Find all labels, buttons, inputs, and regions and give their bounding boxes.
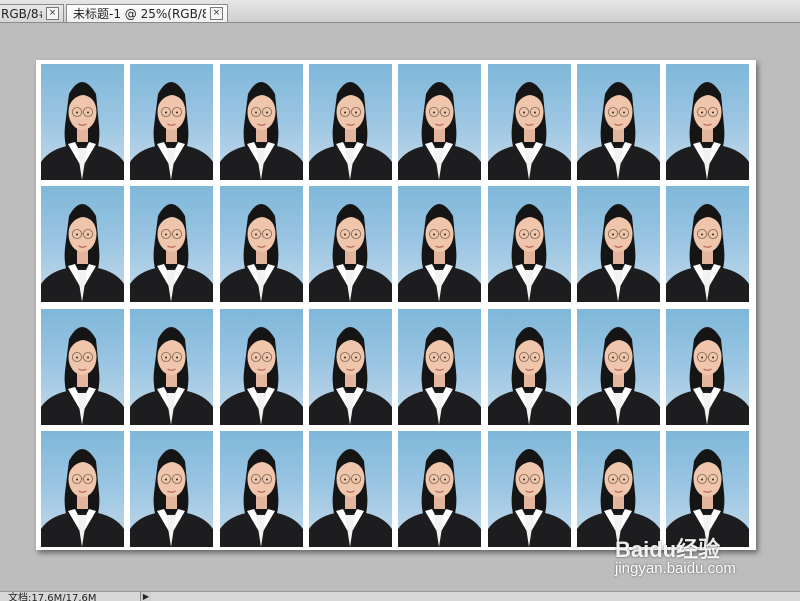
id-photo (41, 308, 124, 425)
watermark: Baidu经验 jingyan.baidu.com (615, 532, 736, 577)
id-photo (130, 186, 214, 303)
id-photo (576, 186, 660, 303)
id-photo (487, 64, 571, 180)
tab-label: 未标题-1 @ 25%(RGB/8) * (73, 7, 206, 21)
id-photo (130, 308, 214, 425)
id-photo (219, 64, 303, 180)
id-photo (308, 186, 392, 303)
close-icon[interactable]: × (46, 7, 59, 20)
id-photo (576, 308, 660, 425)
tab-active-document[interactable]: 未标题-1 @ 25%(RGB/8) * × (66, 4, 228, 22)
id-photo (398, 186, 482, 303)
close-icon[interactable]: × (210, 7, 223, 20)
id-photo (398, 430, 482, 547)
id-photo (487, 186, 571, 303)
id-photo (576, 430, 660, 547)
id-photo (130, 64, 214, 180)
id-photo (308, 430, 392, 547)
id-photo (487, 308, 571, 425)
document-tab-bar: RGB/8#) * × 未标题-1 @ 25%(RGB/8) * × (0, 0, 800, 23)
id-photo (576, 64, 660, 180)
id-photo (41, 430, 124, 547)
id-photo (308, 308, 392, 425)
id-photo (41, 186, 124, 303)
id-photo (666, 64, 750, 180)
id-photo (666, 186, 750, 303)
id-photo (666, 308, 750, 425)
id-photo (219, 186, 303, 303)
id-photo (41, 64, 124, 180)
tab-previous-document[interactable]: RGB/8#) * × (0, 4, 64, 22)
tab-label: RGB/8#) * (1, 6, 42, 21)
id-photo (219, 430, 303, 547)
id-photo (666, 430, 750, 547)
id-photo (130, 430, 214, 547)
watermark-url: jingyan.baidu.com (615, 560, 736, 577)
id-photo (487, 430, 571, 547)
id-photo (398, 308, 482, 425)
id-photo (308, 64, 392, 180)
document-canvas[interactable] (36, 60, 756, 550)
id-photo (219, 308, 303, 425)
id-photo (398, 64, 482, 180)
